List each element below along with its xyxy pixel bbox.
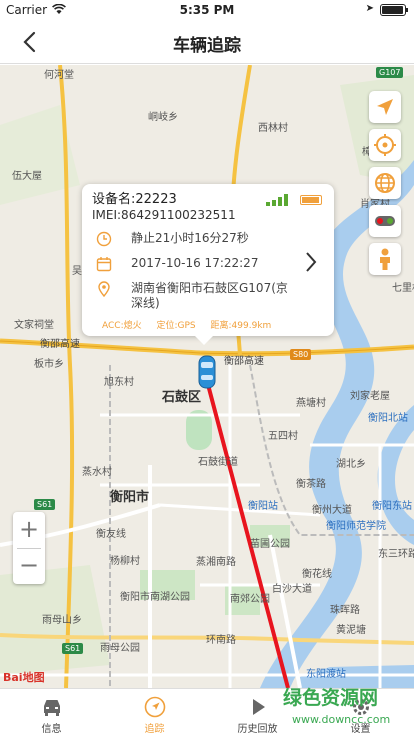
clock-icon	[96, 231, 112, 247]
vehicle-marker-icon[interactable]	[198, 355, 216, 389]
map-label: 刘家老屋	[350, 391, 390, 402]
map-label: 板市乡	[34, 359, 64, 370]
tab-label: 追踪	[144, 724, 165, 735]
map-label: 燕塘村	[296, 398, 326, 409]
device-meta: ACC:熄火 定位:GPS 距离:499.9km	[102, 318, 283, 331]
positioning-mode: 定位:GPS	[156, 321, 196, 331]
street-view-button[interactable]	[369, 243, 401, 275]
device-battery-icon	[300, 195, 322, 205]
map-label: 蒸水村	[82, 467, 112, 478]
map-label: 五四村	[268, 431, 298, 442]
map-label: 东阳渡站	[306, 669, 346, 680]
chevron-right-icon[interactable]	[304, 250, 318, 274]
map-label: 珠晖路	[330, 605, 360, 616]
baidu-map-logo: Bai地图	[3, 671, 45, 684]
status-text: 静止21小时16分27秒	[131, 231, 249, 245]
traffic-light-icon	[375, 216, 395, 226]
address-text: 湖南省衡阳市石鼓区G107(京深线)	[131, 281, 288, 310]
acc-status: ACC:熄火	[102, 321, 142, 331]
clock: 5:35 PM	[179, 3, 235, 17]
target-icon	[374, 134, 396, 156]
datetime-text: 2017-10-16 17:22:27	[131, 256, 259, 270]
signal-icon	[266, 194, 288, 206]
map-label: 旭东村	[104, 377, 134, 388]
location-services-icon: ➤	[365, 3, 374, 14]
map-label: 杨柳村	[110, 556, 140, 567]
car-icon	[44, 700, 60, 716]
device-name: 设备名:22223	[92, 192, 177, 207]
map-label: 衡茶路	[296, 479, 326, 490]
map-label: 衡阳师范学院	[326, 521, 386, 532]
globe-icon	[375, 173, 395, 193]
person-icon	[380, 248, 390, 270]
battery-icon	[380, 4, 408, 16]
location-pin-icon	[98, 281, 110, 297]
tab-label: 信息	[41, 724, 62, 735]
map-label: 何河堂	[44, 70, 74, 81]
map-label: 石鼓街道	[198, 457, 238, 468]
map-label: 环南路	[206, 635, 236, 646]
road-badge: S80	[290, 349, 312, 360]
map-label: 湖北乡	[336, 459, 366, 470]
traffic-button[interactable]	[369, 205, 401, 237]
map-label: 衡阳北站	[368, 413, 408, 424]
center-button[interactable]	[369, 129, 401, 161]
map-label: 南郊公园	[230, 594, 270, 605]
map-label: 衡阳市南湖公园	[120, 592, 190, 603]
map-label: 衡邵高速	[40, 339, 80, 350]
zoom-control: + −	[13, 512, 45, 584]
tab-info[interactable]: 信息	[0, 689, 103, 736]
watermark: 绿色资源网	[283, 687, 379, 709]
navigation-icon	[144, 696, 166, 718]
map-label: 峒岐乡	[148, 112, 178, 123]
device-imei: IMEI:864291100232511	[92, 208, 236, 222]
map-label: 衡花线	[302, 569, 332, 580]
map-label: 衡州大道	[312, 505, 352, 516]
tab-tracking[interactable]: 追踪	[103, 689, 206, 736]
zoom-in-button[interactable]: +	[13, 512, 45, 548]
map-type-button[interactable]	[369, 167, 401, 199]
map-label: 文家祠堂	[14, 320, 54, 331]
road-badge: S61	[62, 643, 84, 654]
map-label: 衡邵高速	[224, 356, 264, 367]
locate-button[interactable]	[369, 91, 401, 123]
map-label: 衡阳东站	[372, 501, 412, 512]
zoom-out-button[interactable]: −	[13, 548, 45, 584]
map-label: 蒸湘南路	[196, 557, 236, 568]
map-label: 伍大屋	[12, 171, 42, 182]
map-label: 衡阳站	[248, 501, 278, 512]
map-view[interactable]: 何河堂 峒岐乡 西林村 樟木乡 伍大屋 肖家村 吴家 七里村 文家祠堂 衡邵高速…	[0, 65, 414, 688]
map-label: 衡阳市	[110, 490, 150, 505]
map-label: 黄泥塘	[336, 625, 366, 636]
map-label: 苗圃公园	[250, 539, 290, 550]
locate-arrow-icon	[377, 99, 393, 115]
map-label: 雨母山乡	[42, 615, 82, 626]
map-label: 东三环路	[378, 549, 414, 560]
map-label: 石鼓区	[162, 390, 202, 405]
map-label: 七里村	[392, 283, 414, 294]
page-title: 车辆追踪	[173, 36, 241, 56]
watermark-url: www.downcc.com	[292, 713, 391, 726]
play-icon	[253, 699, 265, 715]
map-label: 西林村	[258, 123, 288, 134]
distance-value: 距离:499.9km	[210, 321, 272, 331]
device-info-popup[interactable]: 设备名:22223 IMEI:864291100232511 静止21小时16分…	[82, 184, 334, 345]
road-badge: S61	[34, 499, 56, 510]
calendar-icon	[96, 257, 112, 272]
status-bar: Carrier 5:35 PM ➤	[0, 0, 414, 20]
nav-bar: 车辆追踪	[0, 20, 414, 64]
map-label: 雨母公园	[100, 643, 140, 654]
road-badge: G107	[376, 67, 404, 78]
map-label: 衡友线	[96, 529, 126, 540]
map-label: 白沙大道	[272, 584, 312, 595]
